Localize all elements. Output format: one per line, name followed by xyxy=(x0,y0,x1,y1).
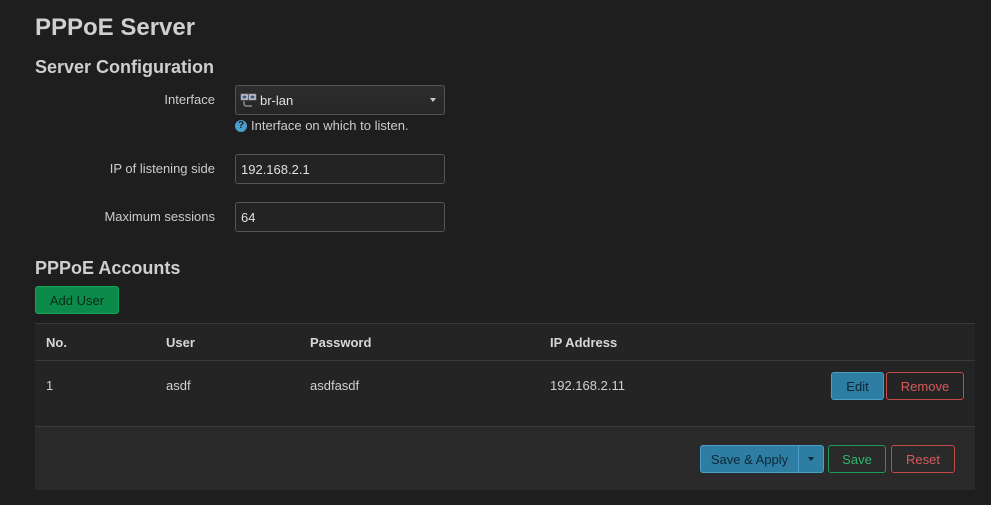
remove-button[interactable]: Remove xyxy=(886,372,964,400)
row-no: 1 xyxy=(46,378,54,393)
chevron-down-icon xyxy=(808,457,814,461)
reset-button[interactable]: Reset xyxy=(891,445,955,473)
help-icon: ? xyxy=(235,119,247,132)
table-header: No. User Password IP Address xyxy=(35,324,975,361)
save-button[interactable]: Save xyxy=(828,445,886,473)
row-user: asdf xyxy=(166,378,191,393)
action-footer: Save & Apply Save Reset xyxy=(35,426,975,490)
column-header-ip-address: IP Address xyxy=(550,335,618,350)
listening-ip-label: IP of listening side xyxy=(109,161,215,176)
column-header-password: Password xyxy=(310,335,372,350)
interface-label: Interface xyxy=(164,92,215,107)
page: PPPoE Server Server Configuration Interf… xyxy=(0,0,991,505)
server-config-title: Server Configuration xyxy=(35,57,215,77)
max-sessions-input[interactable] xyxy=(235,202,445,232)
edit-button[interactable]: Edit xyxy=(831,372,884,400)
save-apply-dropdown-button[interactable] xyxy=(798,445,824,473)
column-header-no: No. xyxy=(46,335,67,350)
page-title: PPPoE Server xyxy=(35,14,196,41)
interface-select[interactable]: br-lan xyxy=(235,85,445,115)
max-sessions-label: Maximum sessions xyxy=(104,209,215,224)
accounts-table: No. User Password IP Address 1 asdf asdf… xyxy=(35,323,975,426)
column-header-user: User xyxy=(166,335,195,350)
chevron-down-icon xyxy=(430,98,436,102)
interface-hint-text: Interface on which to listen. xyxy=(251,118,409,133)
listening-ip-input[interactable] xyxy=(235,154,445,184)
interface-select-value: br-lan xyxy=(260,92,294,108)
interface-hint: ? Interface on which to listen. xyxy=(235,118,409,133)
accounts-title: PPPoE Accounts xyxy=(35,258,181,278)
add-user-button[interactable]: Add User xyxy=(35,286,119,314)
row-password: asdfasdf xyxy=(310,378,360,393)
table-row: 1 asdf asdfasdf 192.168.2.11 Edit Remove xyxy=(35,361,975,427)
network-bridge-icon xyxy=(240,92,258,108)
save-apply-button[interactable]: Save & Apply xyxy=(700,445,799,473)
row-ip-address: 192.168.2.11 xyxy=(550,378,625,393)
